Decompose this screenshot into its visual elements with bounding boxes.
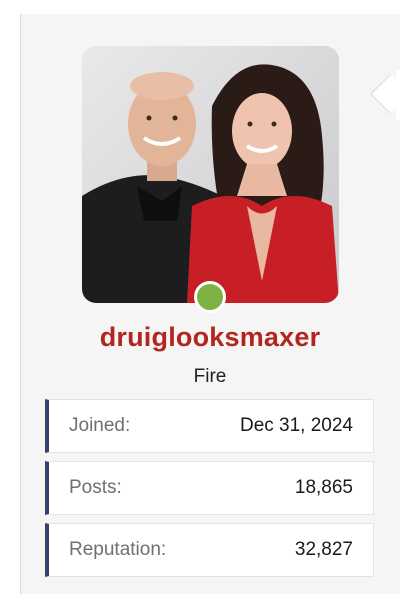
user-info-page: druiglooksmaxer Fire Joined: Dec 31, 202… [0,0,408,594]
stat-value: Dec 31, 2024 [239,415,353,436]
username-link[interactable]: druiglooksmaxer [0,322,408,353]
online-status-indicator [194,281,226,313]
user-title: Fire [193,366,227,387]
stat-label: Reputation: [69,539,167,560]
stat-posts: Posts: 18,865 [45,461,374,515]
stat-joined: Joined: Dec 31, 2024 [45,399,374,453]
user-avatar[interactable] [82,46,339,303]
stat-reputation: Reputation: 32,827 [45,523,374,577]
stat-value: 32,827 [294,539,353,560]
stat-label: Posts: [69,477,122,498]
stat-value[interactable]: 18,865 [295,477,353,499]
stat-label: Joined: [69,415,131,436]
avatar-photo [82,46,339,303]
